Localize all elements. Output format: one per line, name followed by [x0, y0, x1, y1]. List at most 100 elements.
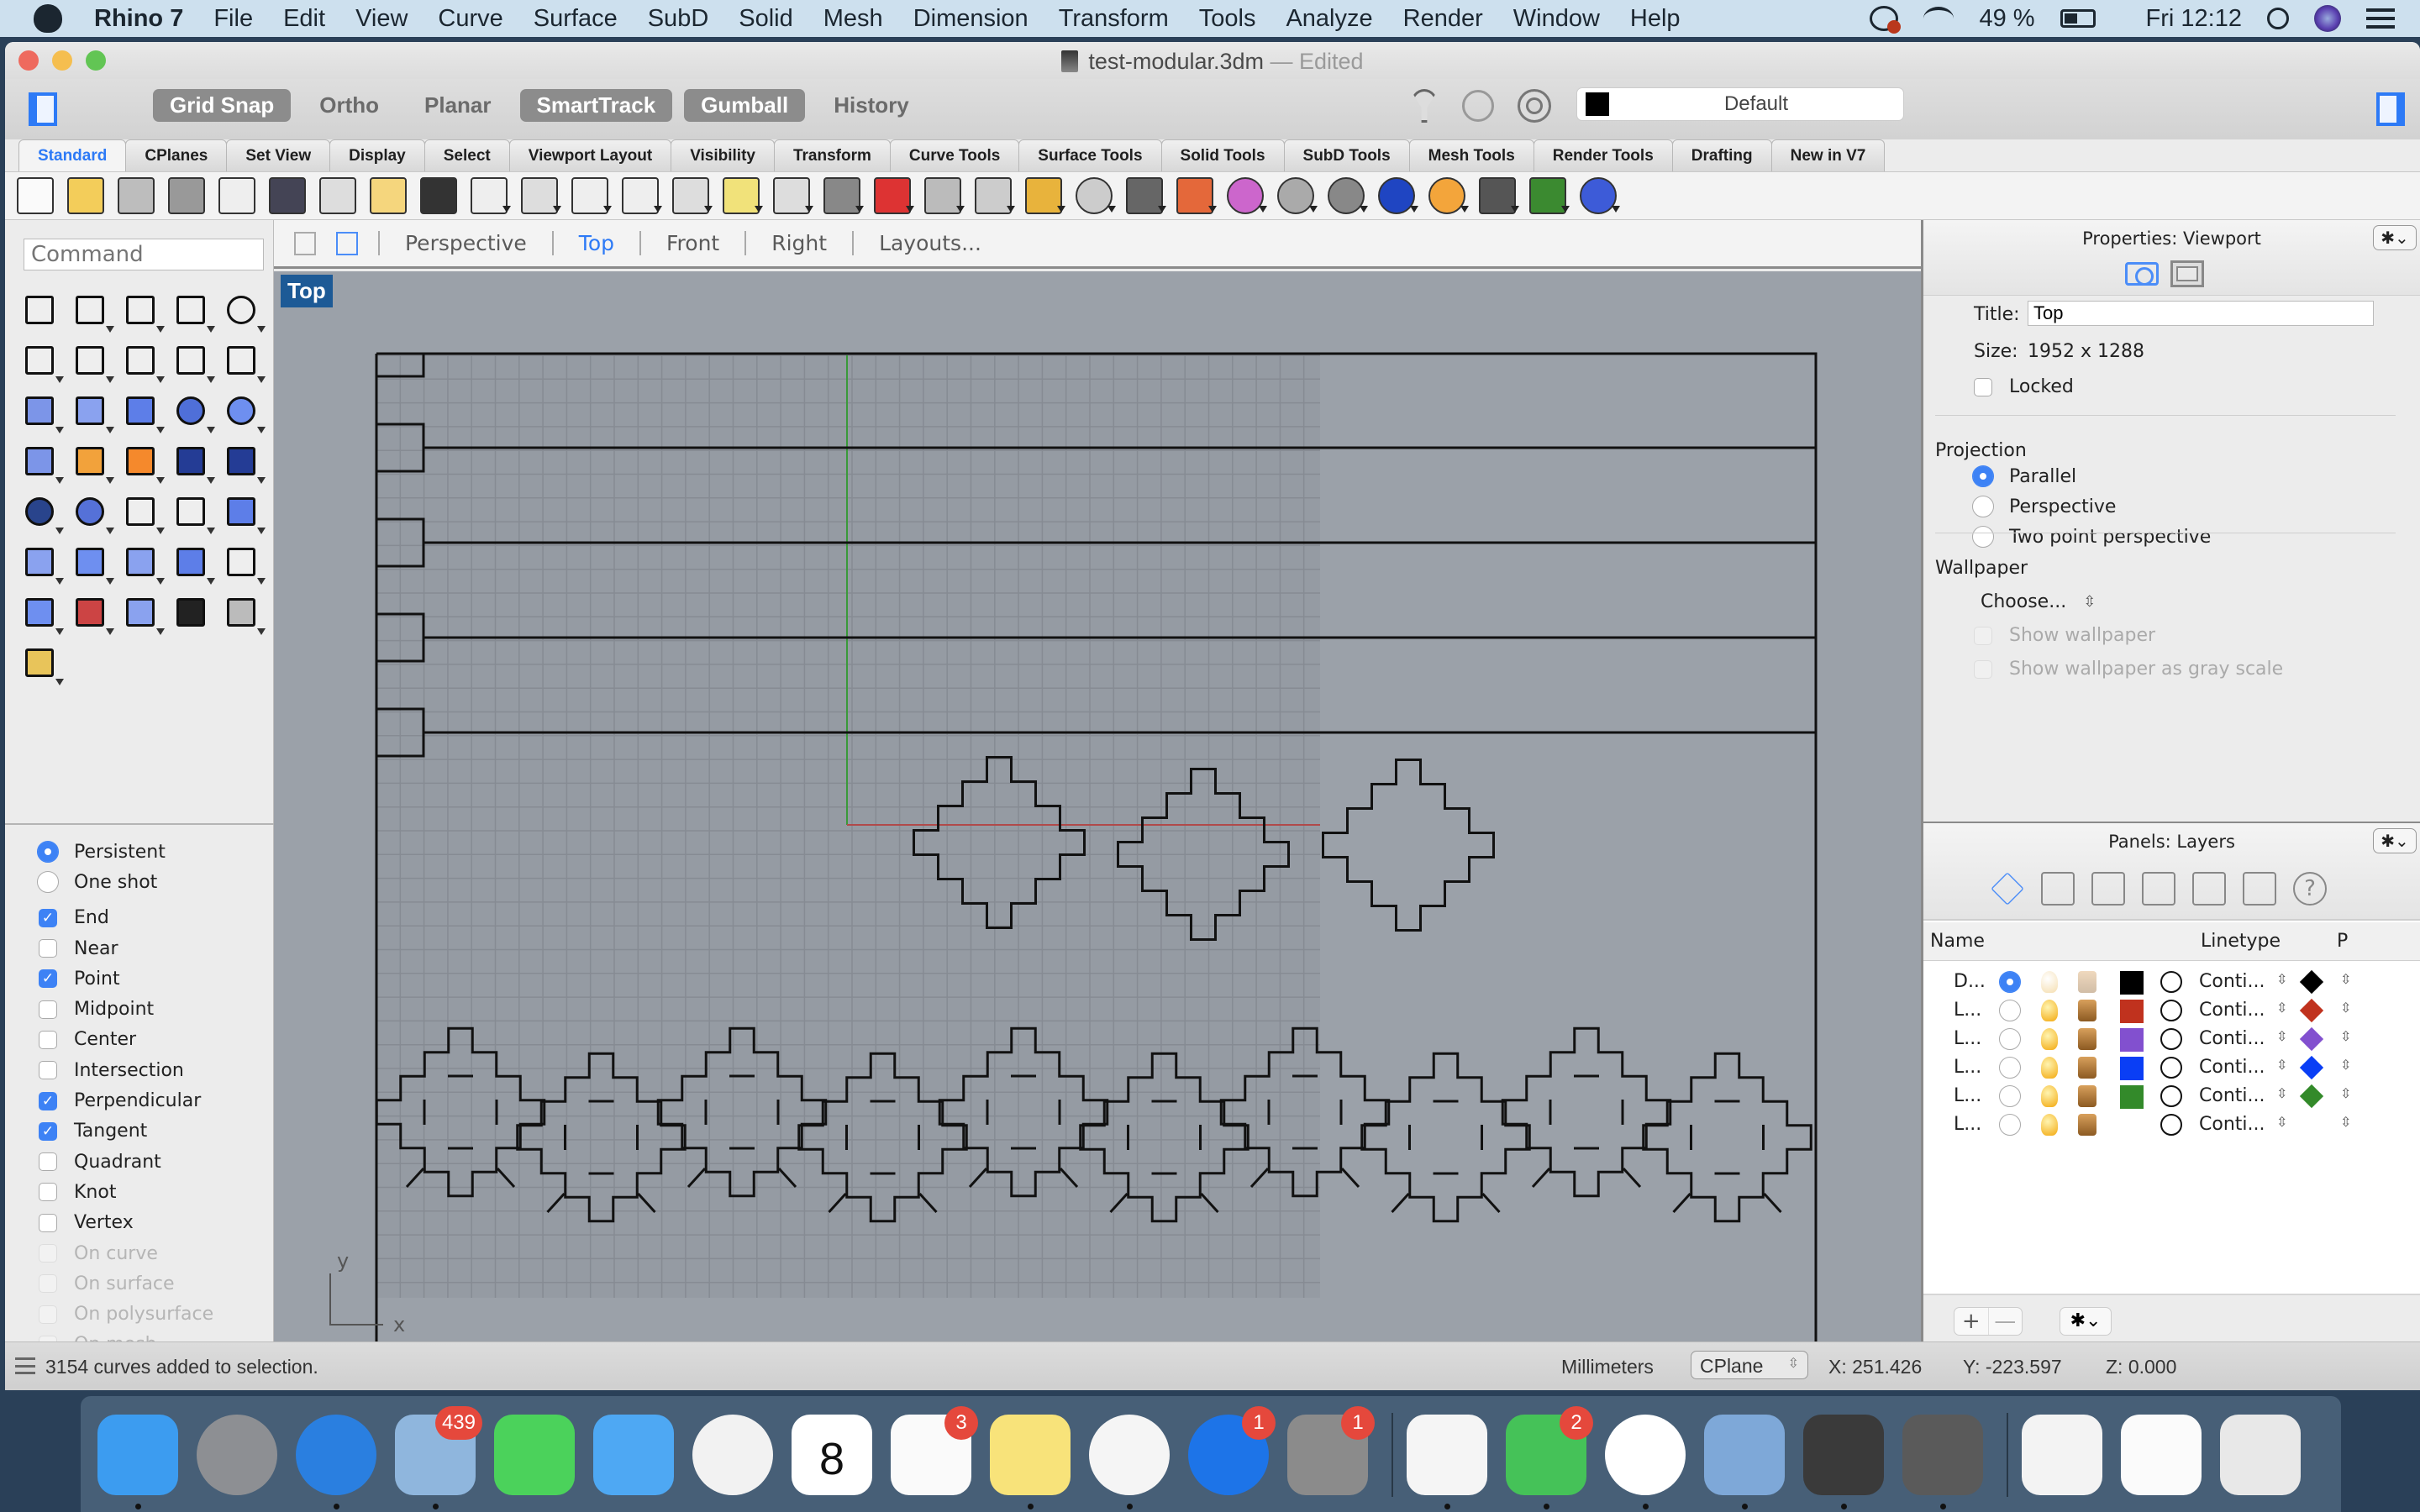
- material-circle-icon[interactable]: [2160, 971, 2182, 993]
- chevron-updown-icon[interactable]: ⇳: [2340, 971, 2351, 987]
- lock-icon[interactable]: [1126, 177, 1166, 214]
- layer-color-swatch[interactable]: [2120, 1085, 2144, 1109]
- lightbulb-icon[interactable]: [2041, 1057, 2058, 1079]
- dock-messages-icon[interactable]: [593, 1415, 674, 1495]
- text-tool-icon[interactable]: [220, 491, 266, 534]
- menu-app-name[interactable]: Rhino 7: [94, 5, 183, 33]
- gumball-icon[interactable]: [1025, 177, 1065, 214]
- menu-file[interactable]: File: [213, 5, 253, 33]
- polyline-tool-icon[interactable]: [119, 289, 165, 333]
- shaded-icon[interactable]: [1277, 177, 1318, 214]
- open-file-icon[interactable]: [67, 177, 104, 214]
- radio-button[interactable]: [37, 841, 59, 864]
- check-tool-icon[interactable]: [170, 591, 212, 633]
- tab-subd-tools[interactable]: SubD Tools: [1283, 139, 1410, 171]
- layer-linetype[interactable]: Conti...: [2199, 1085, 2265, 1106]
- mode-planar[interactable]: Planar: [408, 89, 508, 122]
- sphere-tool-icon[interactable]: [170, 390, 215, 433]
- tab-surface-tools[interactable]: Surface Tools: [1018, 139, 1162, 171]
- fillet-curve-tool-icon[interactable]: [220, 339, 266, 383]
- dock-music-icon[interactable]: [1089, 1415, 1170, 1495]
- boolean-union-tool-icon[interactable]: [18, 491, 64, 534]
- dock-whatsapp-icon[interactable]: 2: [1506, 1406, 1593, 1495]
- tab-transform[interactable]: Transform: [773, 139, 891, 171]
- cylinder-pipe-tool-icon[interactable]: [220, 390, 266, 433]
- tab-viewport-layout[interactable]: Viewport Layout: [508, 139, 672, 171]
- locked-checkbox-row[interactable]: Locked: [1974, 376, 2074, 397]
- dock-document-2-icon[interactable]: [2121, 1415, 2202, 1495]
- osnap-tangent[interactable]: ✓ Tangent: [5, 1116, 274, 1147]
- viewport-tab-layouts[interactable]: Layouts...: [852, 231, 1007, 255]
- column-linetype[interactable]: Linetype: [2201, 931, 2281, 952]
- network-surface-tool-icon[interactable]: [18, 440, 64, 484]
- explode-tool-icon[interactable]: [119, 440, 165, 484]
- new-file-icon[interactable]: [17, 177, 54, 214]
- osnap-toggle-icon[interactable]: [1518, 89, 1551, 123]
- chevron-updown-icon[interactable]: ⇳: [2340, 1028, 2351, 1044]
- layer-color-swatch[interactable]: [2120, 1000, 2144, 1023]
- curve-tool-icon[interactable]: [170, 289, 215, 333]
- notes-scroll-icon[interactable]: [2192, 872, 2226, 906]
- siri-icon[interactable]: [2314, 5, 2341, 32]
- viewport-frame-icon[interactable]: [2170, 260, 2204, 287]
- undo-view-icon[interactable]: [773, 177, 813, 214]
- dock-chrome-icon[interactable]: [1605, 1415, 1686, 1495]
- print-color-diamond-icon[interactable]: [2299, 998, 2324, 1023]
- mode-gumball[interactable]: Gumball: [684, 89, 806, 122]
- osnap-mode-persistent[interactable]: Persistent: [5, 837, 274, 867]
- layer-row[interactable]: D... Conti... ⇳ ⇳: [1923, 968, 2420, 996]
- coordinate-system-select[interactable]: CPlane ⇳: [1691, 1351, 1808, 1379]
- lightbulb-icon[interactable]: [2041, 1085, 2058, 1107]
- layers-tab-icon[interactable]: [1991, 872, 2024, 906]
- notification-center-icon[interactable]: [2366, 8, 2395, 29]
- surface-from-points-tool-icon[interactable]: [18, 390, 64, 433]
- help-icon[interactable]: [1580, 177, 1620, 214]
- viewport-title-label[interactable]: Top: [281, 275, 333, 307]
- mode-grid-snap[interactable]: Grid Snap: [153, 89, 292, 122]
- dock-reminders-icon[interactable]: 3: [891, 1406, 978, 1495]
- layer-color-swatch[interactable]: [2120, 1114, 2144, 1137]
- osnap-near[interactable]: Near: [5, 933, 274, 963]
- zoom-selected-icon[interactable]: [723, 177, 763, 214]
- document-properties-icon[interactable]: [2091, 872, 2125, 906]
- solid-tools-tool-icon[interactable]: [170, 541, 215, 585]
- viewport-tab-top[interactable]: Top: [551, 231, 639, 255]
- osnap-vertex[interactable]: Vertex: [5, 1208, 274, 1238]
- camera-icon[interactable]: [2125, 262, 2159, 286]
- checkbox[interactable]: ✓: [39, 1091, 57, 1110]
- dock-textedit-icon[interactable]: [1407, 1415, 1487, 1495]
- polygon-tool-icon[interactable]: [170, 339, 215, 383]
- checkbox[interactable]: [39, 1183, 57, 1202]
- radio-button[interactable]: [37, 871, 59, 894]
- chevron-updown-icon[interactable]: ⇳: [2340, 1000, 2351, 1016]
- rotate-view-icon[interactable]: [521, 177, 561, 214]
- extrude-tool-icon[interactable]: [220, 541, 266, 585]
- osnap-perpendicular[interactable]: ✓ Perpendicular: [5, 1085, 274, 1116]
- layer-options-gear-button[interactable]: ✱⌄: [2060, 1307, 2112, 1336]
- osnap-center[interactable]: Center: [5, 1025, 274, 1055]
- box-tool-icon[interactable]: [119, 390, 165, 433]
- dock-photos-icon[interactable]: [692, 1415, 773, 1495]
- layer-linetype[interactable]: Conti...: [2199, 1114, 2265, 1135]
- current-layer-radio[interactable]: [1999, 971, 2021, 993]
- gumball-toggle-icon[interactable]: [1462, 90, 1494, 122]
- padlock-icon[interactable]: [2078, 971, 2096, 993]
- current-layer-radio[interactable]: [1999, 1057, 2021, 1079]
- print-color-diamond-icon[interactable]: [2299, 1026, 2324, 1052]
- cut-icon[interactable]: [269, 177, 306, 214]
- menu-mesh[interactable]: Mesh: [823, 5, 883, 33]
- toggle-left-sidebar-icon[interactable]: [29, 92, 57, 126]
- layer-states-icon[interactable]: [2041, 872, 2075, 906]
- layer-color-swatch[interactable]: [2120, 1057, 2144, 1080]
- chevron-updown-icon[interactable]: ⇳: [2340, 1114, 2351, 1130]
- dock-trash-icon[interactable]: [2220, 1415, 2301, 1495]
- padlock-icon[interactable]: [2078, 1028, 2096, 1050]
- units-label[interactable]: Millimeters: [1561, 1356, 1654, 1378]
- tab-mesh-tools[interactable]: Mesh Tools: [1408, 139, 1534, 171]
- layer-name[interactable]: L...: [1954, 1000, 1981, 1021]
- four-viewports-icon[interactable]: [294, 231, 316, 255]
- checkbox[interactable]: [39, 1030, 57, 1049]
- menu-surface[interactable]: Surface: [534, 5, 618, 33]
- tab-standard[interactable]: Standard: [18, 139, 127, 171]
- print-color-diamond-icon[interactable]: [2299, 969, 2324, 995]
